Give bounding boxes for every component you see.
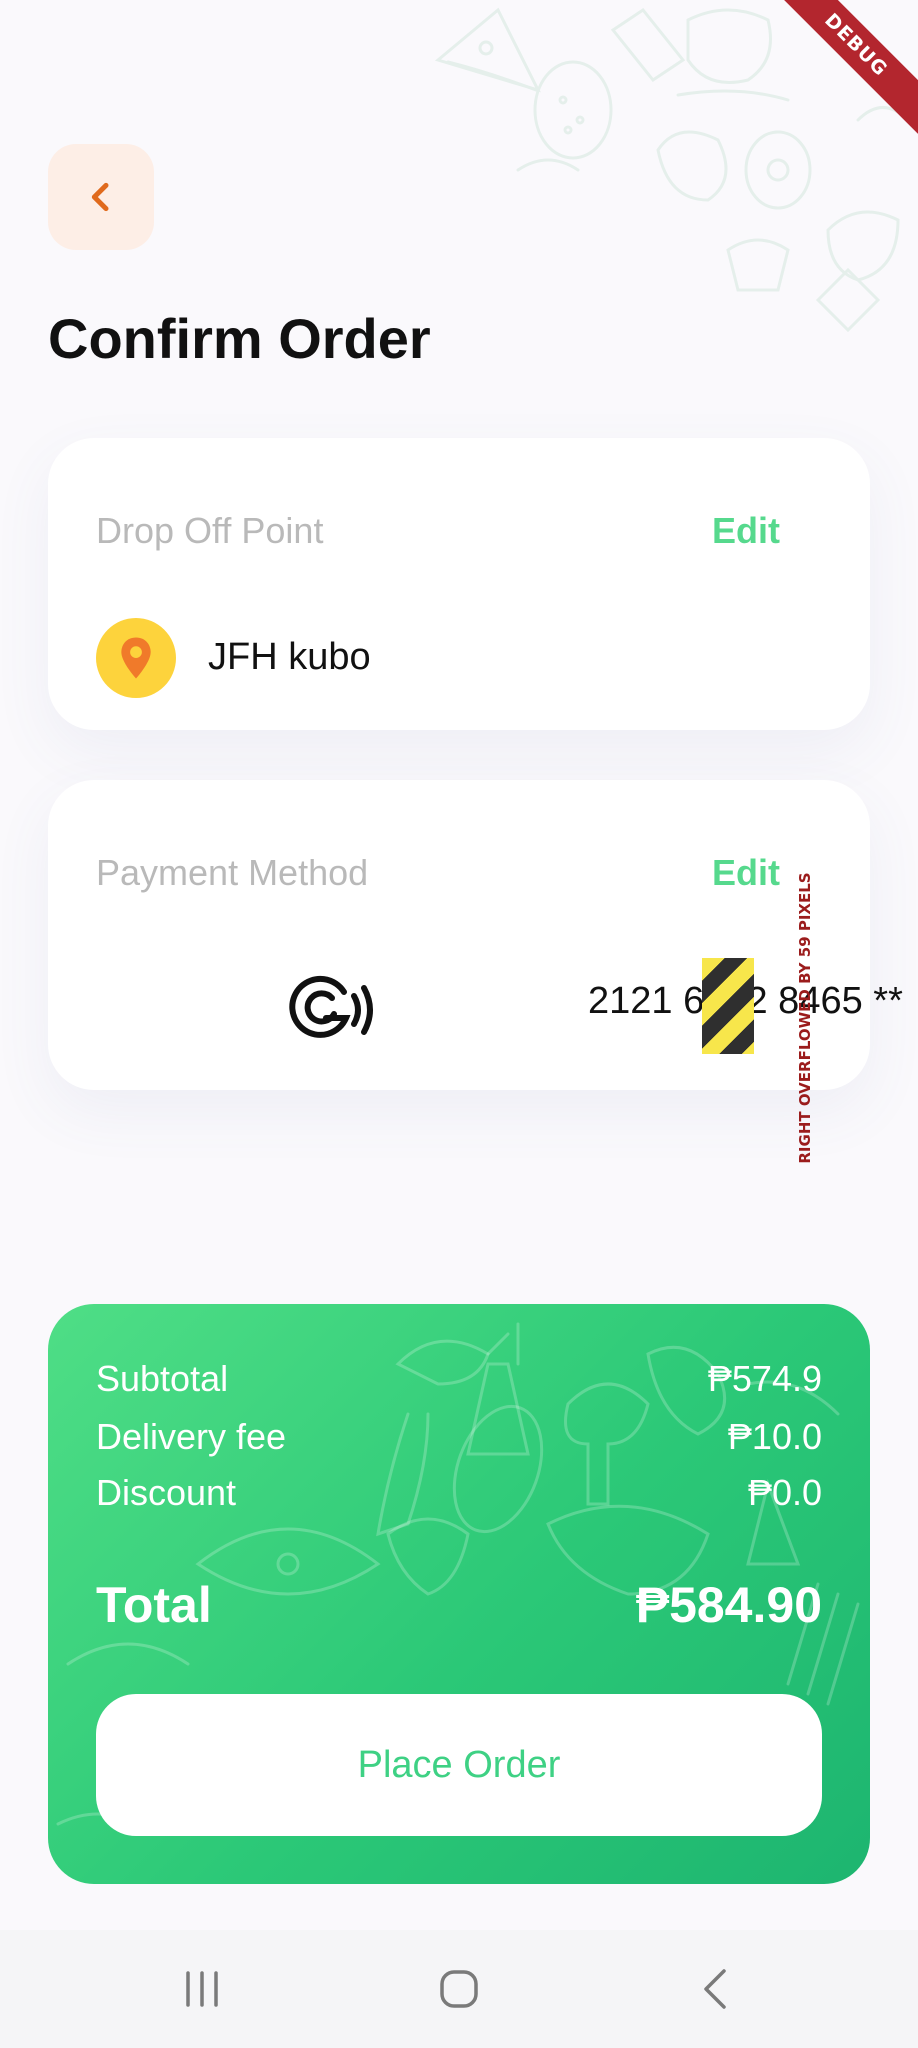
total-value: ₱584.90 xyxy=(635,1577,822,1633)
system-navigation-bar xyxy=(0,1930,918,2048)
back-icon xyxy=(704,1969,726,2009)
subtotal-row: Subtotal ₱574.9 xyxy=(96,1358,822,1400)
recents-button[interactable] xyxy=(172,1964,232,2014)
subtotal-value: ₱574.9 xyxy=(707,1358,822,1399)
food-doodles-background xyxy=(434,7,910,333)
edit-drop-off-link[interactable]: Edit xyxy=(712,510,780,552)
order-summary-card: Subtotal ₱574.9 Delivery fee ₱10.0 Disco… xyxy=(48,1304,870,1884)
drop-off-card: Drop Off Point Edit JFH kubo xyxy=(48,438,870,730)
gcash-logo-icon xyxy=(289,975,373,1038)
total-label: Total xyxy=(96,1577,212,1633)
back-button[interactable] xyxy=(48,144,154,250)
drop-off-address: JFH kubo xyxy=(208,636,371,678)
subtotal-label: Subtotal xyxy=(96,1358,229,1399)
overflow-warning-text: RIGHT OVERFLOWED BY 59 PIXELS xyxy=(796,872,814,1164)
payment-method-label: Payment Method xyxy=(96,852,369,893)
drop-off-label: Drop Off Point xyxy=(96,510,324,551)
discount-row: Discount ₱0.0 xyxy=(96,1472,822,1514)
system-back-button[interactable] xyxy=(686,1964,746,2014)
delivery-fee-row: Delivery fee ₱10.0 xyxy=(96,1416,822,1458)
home-icon xyxy=(440,1970,478,2008)
page-title: Confirm Order xyxy=(48,307,431,370)
discount-label: Discount xyxy=(96,1472,237,1513)
home-button[interactable] xyxy=(429,1964,489,2014)
location-pin-icon xyxy=(96,618,176,698)
edit-payment-link[interactable]: Edit xyxy=(712,852,780,894)
delivery-fee-label: Delivery fee xyxy=(96,1416,287,1457)
discount-value: ₱0.0 xyxy=(747,1472,822,1513)
recents-icon xyxy=(186,1971,218,2007)
overflow-indicator-stripe xyxy=(702,958,754,1054)
total-row: Total ₱584.90 xyxy=(96,1576,822,1634)
chevron-left-icon xyxy=(91,182,109,212)
delivery-fee-value: ₱10.0 xyxy=(727,1416,822,1457)
place-order-button[interactable]: Place Order xyxy=(96,1694,822,1836)
